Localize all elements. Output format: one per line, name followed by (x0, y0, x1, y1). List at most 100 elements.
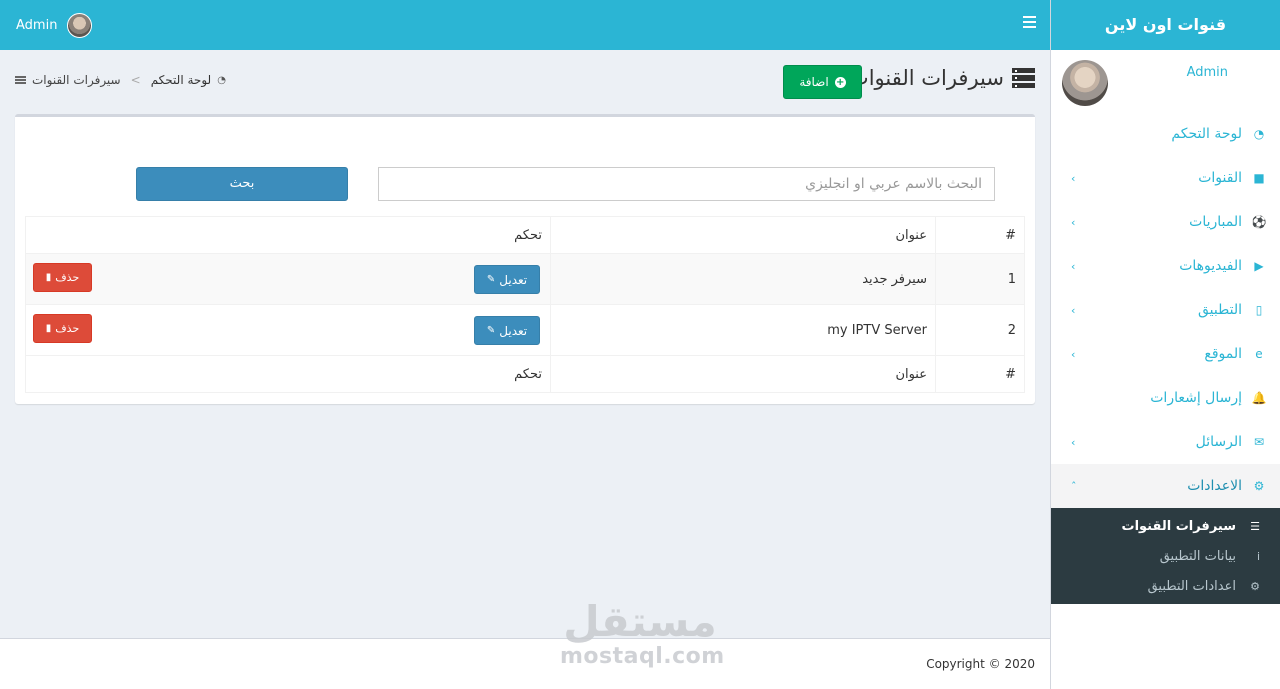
row-controls: تعديل ✎ حذف ▮ (25, 304, 551, 356)
chevron-left-icon: ‹ (1071, 347, 1076, 361)
content-header: سيرفرات القنوات (849, 66, 1035, 90)
column-header-title: عنوان (550, 216, 936, 254)
edit-button-label: تعديل (499, 272, 528, 287)
search-button[interactable]: بحث (136, 167, 348, 201)
chevron-left-icon: ‹ (1071, 303, 1076, 317)
row-id: 2 (935, 304, 1025, 356)
footer: Copyright © 2020 (0, 638, 1050, 689)
sidebar-menu: ◔ لوحة التحكم ■ القنوات ‹ ⚽ المباريات ‹ ▶ الفي… (1051, 112, 1280, 508)
table-footer-row: # عنوان تحكم (25, 355, 1025, 393)
table-header-row: # عنوان تحكم (25, 216, 1025, 254)
page-title: سيرفرات القنوات (848, 66, 1004, 90)
sidebar-subitem-label: اعدادات التطبيق (1147, 578, 1236, 594)
server-icon (1012, 68, 1035, 88)
sidebar-item-label: إرسال إشعارات (1150, 390, 1242, 406)
envelope-icon: ✉ (1253, 435, 1265, 449)
soccer-ball-icon: ⚽ (1251, 215, 1267, 229)
plus-circle-icon: + (834, 76, 846, 88)
sidebar: قنوات اون لاين Admin ◔ لوحة التحكم ■ القنو… (1050, 0, 1280, 689)
breadcrumb-home[interactable]: لوحة التحكم (151, 73, 212, 87)
delete-button[interactable]: حذف ▮ (33, 314, 92, 343)
sidebar-subitem-label: سيرفرات القنوات (1121, 518, 1237, 534)
sidebar-subitem-channel-servers[interactable]: ☰ سيرفرات القنوات (1051, 511, 1280, 541)
delete-button-label: حذف (55, 322, 80, 335)
sidebar-subitem-app-data[interactable]: i بيانات التطبيق (1051, 541, 1280, 571)
gear-icon: ⚙ (1250, 579, 1260, 593)
info-icon: i (1256, 549, 1260, 563)
sidebar-subitem-label: بيانات التطبيق (1159, 548, 1236, 564)
breadcrumb-current: سيرفرات القنوات (32, 73, 121, 87)
sidebar-item-label: المباريات (1189, 214, 1242, 230)
chevron-left-icon: ‹ (1071, 215, 1076, 229)
delete-button-label: حذف (55, 271, 80, 284)
sidebar-item-website[interactable]: e الموقع ‹ (1051, 332, 1280, 376)
edit-icon: ✎ (486, 325, 496, 336)
sidebar-item-settings[interactable]: ⚙ الاعدادات ˆ (1051, 464, 1280, 508)
column-footer-number: # (935, 355, 1025, 393)
sidebar-item-label: الاعدادات (1187, 478, 1242, 494)
sidebar-item-label: التطبيق (1198, 302, 1242, 318)
column-footer-title: عنوان (550, 355, 936, 393)
table-row: 2 my IPTV Server تعديل ✎ حذف ▮ (25, 304, 1025, 356)
cogs-icon: ⚙ (1253, 479, 1265, 493)
play-icon: ▶ (1254, 259, 1264, 273)
add-button[interactable]: اضافة + (783, 65, 862, 99)
breadcrumb: سيرفرات القنوات < لوحة التحكم ◔ (15, 73, 226, 87)
sidebar-item-label: الرسائل (1195, 434, 1242, 450)
sidebar-item-label: الموقع (1204, 346, 1242, 362)
edit-button-label: تعديل (499, 323, 528, 338)
sidebar-item-channels[interactable]: ■ القنوات ‹ (1051, 156, 1280, 200)
edit-icon: ✎ (486, 274, 496, 285)
sidebar-item-matches[interactable]: ⚽ المباريات ‹ (1051, 200, 1280, 244)
add-button-label: اضافة (799, 75, 829, 89)
trash-icon: ▮ (45, 272, 52, 283)
servers-table: # عنوان تحكم 1 سيرفر جديد تعديل ✎ حذف ▮ 2 … (25, 216, 1025, 393)
trash-icon: ▮ (45, 323, 52, 334)
sidebar-item-label: القنوات (1198, 170, 1242, 186)
row-title: my IPTV Server (550, 304, 936, 356)
video-icon: ■ (1253, 171, 1265, 185)
chevron-left-icon: ‹ (1071, 259, 1076, 273)
user-panel: Admin (1051, 50, 1280, 112)
sidebar-item-videos[interactable]: ▶ الفيديوهات ‹ (1051, 244, 1280, 288)
row-title: سيرفر جديد (550, 253, 936, 305)
sidebar-item-notifications[interactable]: 🔔 إرسال إشعارات (1051, 376, 1280, 420)
chevron-left-icon: ‹ (1071, 435, 1076, 449)
content-box: البحث بالاسم عربي او انجليزي بحث # عنوان… (15, 114, 1035, 404)
chevron-left-icon: ‹ (1071, 171, 1076, 185)
user-menu[interactable]: Admin (16, 13, 93, 38)
server-icon (15, 75, 26, 85)
bars-icon[interactable] (1023, 16, 1036, 30)
search-input[interactable]: البحث بالاسم عربي او انجليزي (378, 167, 995, 201)
edit-button[interactable]: تعديل ✎ (474, 316, 540, 345)
sidebar-item-app[interactable]: ▯ التطبيق ‹ (1051, 288, 1280, 332)
settings-submenu: ☰ سيرفرات القنوات i بيانات التطبيق ⚙ اعدادا… (1051, 508, 1280, 604)
internet-explorer-icon: e (1255, 347, 1263, 361)
row-id: 1 (935, 253, 1025, 305)
brand-logo[interactable]: قنوات اون لاين (1051, 0, 1280, 50)
column-header-controls: تحكم (25, 216, 551, 254)
delete-button[interactable]: حذف ▮ (33, 263, 92, 292)
server-icon: ☰ (1250, 519, 1260, 533)
sidebar-item-dashboard[interactable]: ◔ لوحة التحكم (1051, 112, 1280, 156)
breadcrumb-separator: < (130, 73, 141, 87)
sidebar-user-name: Admin (1186, 65, 1228, 80)
column-header-number: # (935, 216, 1025, 254)
row-controls: تعديل ✎ حذف ▮ (25, 253, 551, 305)
header-user-name: Admin (16, 18, 58, 33)
sidebar-item-messages[interactable]: ✉ الرسائل ‹ (1051, 420, 1280, 464)
mobile-icon: ▯ (1255, 303, 1263, 317)
bell-icon: 🔔 (1251, 391, 1267, 405)
sidebar-item-label: الفيديوهات (1179, 258, 1242, 274)
sidebar-item-label: لوحة التحكم (1171, 126, 1242, 142)
avatar (1062, 60, 1108, 106)
sidebar-subitem-app-settings[interactable]: ⚙ اعدادات التطبيق (1051, 571, 1280, 601)
header-avatar (67, 13, 93, 38)
edit-button[interactable]: تعديل ✎ (474, 265, 540, 294)
dashboard-icon: ◔ (217, 74, 226, 86)
column-footer-controls: تحكم (25, 355, 551, 393)
top-navbar: Admin (0, 0, 1050, 50)
table-row: 1 سيرفر جديد تعديل ✎ حذف ▮ (25, 253, 1025, 305)
copyright-text: Copyright © 2020 (926, 657, 1035, 671)
dashboard-icon: ◔ (1253, 127, 1265, 141)
